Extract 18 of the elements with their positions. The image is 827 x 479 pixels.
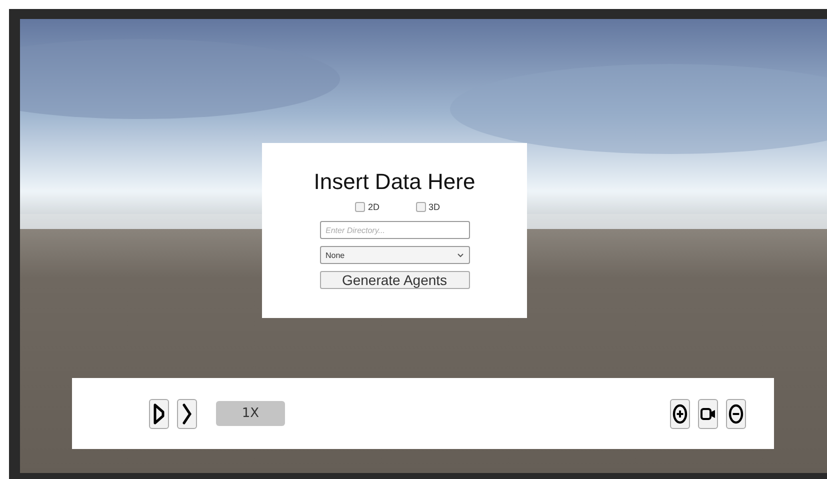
zoom-out-button[interactable]: [726, 398, 746, 428]
minus-circle-icon: [728, 402, 744, 424]
dropdown[interactable]: None: [320, 246, 470, 264]
camera-icon: [700, 406, 716, 422]
checkbox[interactable]: 3D: [416, 202, 440, 212]
generate-button[interactable]: Generate Agents: [320, 271, 470, 289]
zoom-in-button[interactable]: [670, 398, 690, 428]
checkbox[interactable]: 2D: [354, 202, 380, 212]
chevron-right-icon: [180, 402, 194, 426]
camera-button[interactable]: [698, 398, 718, 428]
speed-button[interactable]: 1X: [216, 401, 285, 426]
dialog-title: Insert Data Here: [314, 169, 476, 195]
play-button[interactable]: [149, 398, 169, 428]
directory-field[interactable]: Enter Directory...: [320, 221, 470, 239]
plus-circle-icon: [672, 402, 688, 424]
play-icon: [152, 402, 166, 426]
chevron-icon: [456, 252, 464, 258]
next-button[interactable]: [177, 398, 197, 428]
